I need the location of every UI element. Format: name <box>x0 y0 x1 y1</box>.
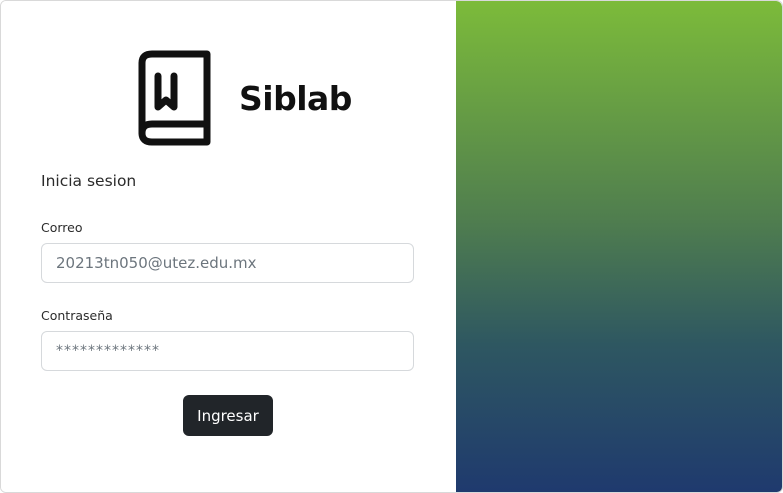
book-icon <box>138 50 211 146</box>
password-value: ************* <box>56 343 160 359</box>
email-field[interactable]: 20213tn050@utez.edu.mx <box>41 243 414 283</box>
password-field[interactable]: ************* <box>41 331 414 371</box>
email-label: Correo <box>41 220 83 235</box>
login-panel: Siblab Inicia sesion Correo 20213tn050@u… <box>1 1 456 492</box>
brand-name: Siblab <box>239 79 352 118</box>
login-button[interactable]: Ingresar <box>183 395 273 436</box>
login-card: Siblab Inicia sesion Correo 20213tn050@u… <box>0 0 783 493</box>
gradient-panel <box>456 1 782 492</box>
page-heading: Inicia sesion <box>41 172 137 190</box>
password-label: Contraseña <box>41 308 113 323</box>
email-value: 20213tn050@utez.edu.mx <box>56 254 257 272</box>
